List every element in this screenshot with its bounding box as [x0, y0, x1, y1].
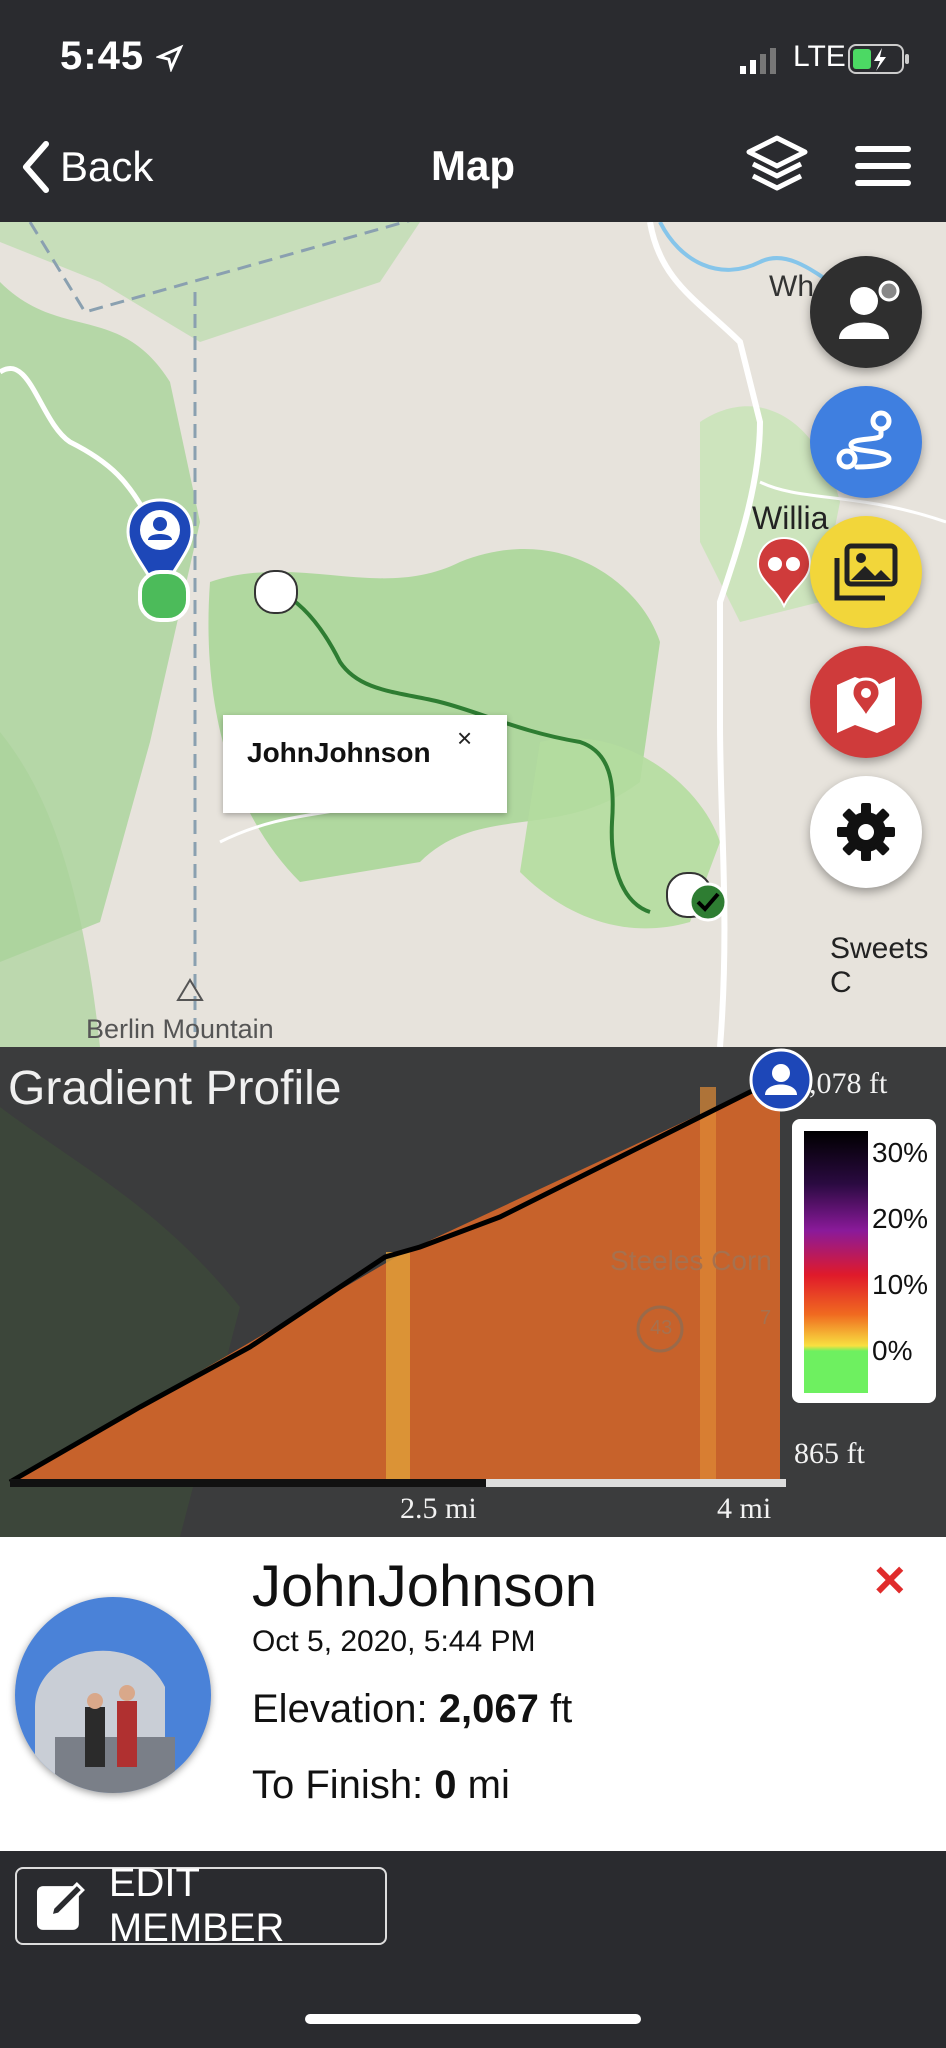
bottom-elevation-label: 865 ft [794, 1437, 865, 1470]
back-label: Back [60, 143, 154, 190]
member-info-panel: JohnJohnson Oct 5, 2020, 5:44 PM Elevati… [0, 1537, 946, 1851]
start-point-marker[interactable] [138, 570, 190, 622]
map-view[interactable]: Wh Willia Sweets C Berlin Mountain JohnJ… [0, 222, 946, 1047]
avatar-photo [15, 1597, 211, 1793]
photos-icon [834, 543, 898, 601]
clock: 5:45 [60, 34, 184, 79]
location-arrow-icon [155, 45, 184, 74]
network-type: LTE [793, 40, 846, 73]
route-43-label: 43 [650, 1317, 673, 1339]
edit-member-button[interactable]: EDIT MEMBER [15, 1861, 387, 1950]
map-pin-icon [837, 677, 895, 733]
map-label-town-top: Wh [769, 270, 814, 303]
photos-button[interactable] [810, 516, 922, 628]
legend-label: 10% [872, 1269, 929, 1300]
x-tick-label: 4 mi [717, 1492, 772, 1525]
legend-label: 20% [872, 1203, 929, 1234]
home-indicator[interactable] [305, 2014, 641, 2024]
finish-label: To Finish: [252, 1763, 435, 1807]
elevation-label: Elevation: [252, 1687, 439, 1731]
finish-value: 0 [434, 1763, 457, 1807]
map-label-town: Steeles Corn [610, 1245, 772, 1276]
back-button[interactable]: Back [20, 140, 153, 194]
gear-icon [837, 803, 895, 861]
avatar[interactable] [15, 1597, 211, 1793]
distance-to-finish: To Finish: 0 mi [252, 1763, 510, 1808]
route-7-label: 7 [760, 1307, 772, 1329]
popup-member-name: JohnJohnson [247, 737, 431, 768]
map-poi-button[interactable] [810, 646, 922, 758]
x-tick-label: 2.5 mi [400, 1492, 477, 1525]
close-panel-button[interactable]: × [874, 1549, 906, 1611]
map-label-town-right: Sweets C [830, 932, 929, 999]
legend-label: 0% [872, 1335, 913, 1366]
elevation-unit: ft [538, 1687, 573, 1731]
battery-icon [848, 44, 909, 74]
elevation-value: 2,067 [438, 1687, 539, 1731]
map-label-mountain: Berlin Mountain [86, 1014, 274, 1044]
gradient-profile-title: Gradient Profile [8, 1062, 342, 1115]
member-elevation-marker[interactable] [748, 1047, 814, 1113]
legend-label: 30% [872, 1137, 929, 1168]
gradient-profile-panel: Gradient Profile Steeles Corn 43 7 2,078… [0, 1047, 946, 1537]
route-icon [836, 410, 892, 470]
settings-button[interactable] [810, 776, 922, 888]
member-popup[interactable]: JohnJohnson × [223, 715, 507, 813]
gradient-legend-scale [804, 1131, 868, 1393]
finish-unit: mi [456, 1763, 510, 1807]
timestamp: Oct 5, 2020, 5:44 PM [252, 1625, 536, 1658]
route-waypoint[interactable] [254, 570, 298, 614]
menu-icon[interactable] [855, 144, 911, 188]
popup-close-button[interactable]: × [457, 723, 472, 754]
signal-icon [740, 48, 776, 74]
edit-member-label: EDIT MEMBER [108, 1861, 285, 1950]
elevation-readout: Elevation: 2,067 ft [252, 1687, 572, 1732]
map-terrain [0, 222, 946, 1047]
checkmark-icon [688, 882, 728, 922]
members-button[interactable] [810, 256, 922, 368]
edit-icon [36, 1881, 85, 1930]
map-label-town-mid: Willia [752, 500, 829, 536]
chevron-left-icon [23, 141, 49, 193]
layers-icon[interactable] [745, 134, 809, 196]
gradient-legend: 30% 20% 10% 0% [792, 1119, 936, 1403]
routes-button[interactable] [810, 386, 922, 498]
member-name: JohnJohnson [252, 1554, 598, 1619]
person-icon [839, 280, 900, 339]
poi-binoculars-icon[interactable] [756, 536, 812, 608]
